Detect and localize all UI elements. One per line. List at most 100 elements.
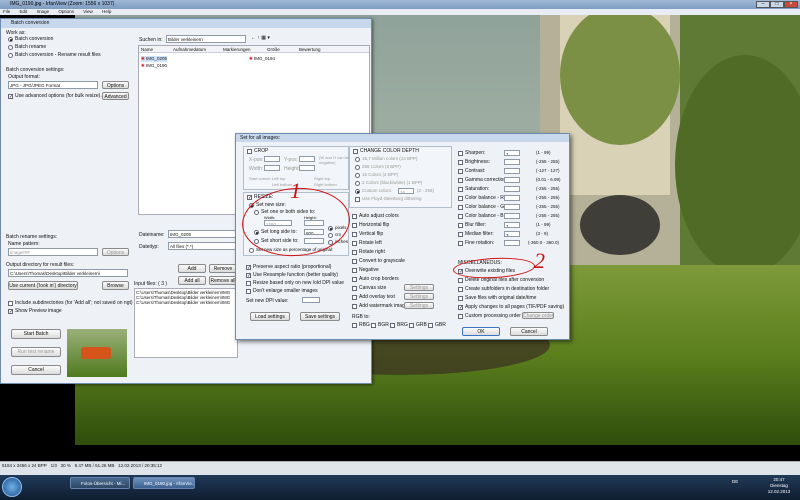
- rgb-checkbox[interactable]: [352, 323, 357, 328]
- adjust-checkbox[interactable]: [458, 187, 463, 192]
- op-checkbox[interactable]: [352, 268, 357, 273]
- rename-options-button[interactable]: Options: [102, 248, 129, 256]
- op-checkbox[interactable]: [352, 259, 357, 264]
- rgb-checkbox[interactable]: [371, 323, 376, 328]
- show-preview-checkbox[interactable]: ✓: [8, 309, 13, 315]
- menu-help[interactable]: Help: [102, 9, 111, 14]
- all-pages-checkbox[interactable]: ✓: [458, 305, 463, 311]
- close-button[interactable]: ×: [784, 1, 798, 8]
- custom-order-checkbox[interactable]: [458, 314, 463, 319]
- adjust-input[interactable]: [504, 213, 520, 219]
- batch-cancel-button[interactable]: Cancel: [11, 365, 61, 375]
- start-batch-button[interactable]: Start Batch: [11, 329, 61, 339]
- file-item[interactable]: ✱ IMG_0194: [249, 56, 275, 62]
- adjust-checkbox[interactable]: [458, 223, 463, 228]
- menu-options[interactable]: Options: [58, 9, 74, 14]
- dithering-checkbox[interactable]: [355, 197, 360, 202]
- radio[interactable]: [8, 37, 13, 42]
- radio[interactable]: [8, 53, 13, 58]
- op-checkbox[interactable]: [352, 214, 357, 219]
- load-settings-button[interactable]: Load settings: [250, 312, 290, 321]
- preserve-aspect-checkbox[interactable]: ✓: [246, 265, 251, 271]
- corner-left-bottom[interactable]: Left bottom: [272, 182, 292, 187]
- adjust-input[interactable]: 1: [504, 150, 520, 156]
- test-rename-button[interactable]: Run test rename: [11, 347, 61, 357]
- rgb-checkbox[interactable]: [428, 323, 433, 328]
- op-checkbox[interactable]: [352, 286, 357, 291]
- language-indicator[interactable]: DE: [732, 479, 738, 484]
- adjust-checkbox[interactable]: [458, 232, 463, 237]
- canvas-settings-button[interactable]: Settings: [404, 284, 434, 291]
- radio[interactable]: [8, 45, 13, 50]
- adjust-input[interactable]: [504, 186, 520, 192]
- filename-input[interactable]: IMG_0205: [168, 230, 238, 238]
- custom-colors-radio[interactable]: [355, 189, 360, 194]
- depth-8-radio[interactable]: [355, 165, 360, 170]
- op-checkbox[interactable]: [352, 295, 357, 300]
- col-rating[interactable]: Bewertung: [299, 46, 321, 53]
- name-pattern-input[interactable]: image###: [8, 248, 98, 256]
- crop-width-input[interactable]: [264, 165, 280, 171]
- keep-date-checkbox[interactable]: [458, 296, 463, 301]
- delete-originals-checkbox[interactable]: [458, 278, 463, 283]
- op-checkbox[interactable]: [352, 277, 357, 282]
- maximize-button[interactable]: □: [770, 1, 784, 8]
- start-button[interactable]: [2, 477, 22, 497]
- depth-4-radio[interactable]: [355, 173, 360, 178]
- output-format-select[interactable]: JPG - JPG/JPEG Format: [8, 81, 98, 89]
- adjust-input[interactable]: 3: [504, 231, 520, 237]
- adjust-checkbox[interactable]: [458, 196, 463, 201]
- menu-image[interactable]: Image: [37, 9, 50, 14]
- corner-left-top[interactable]: Left top: [272, 176, 285, 181]
- corner-right-top[interactable]: Right top: [314, 176, 330, 181]
- op-checkbox[interactable]: [352, 232, 357, 237]
- col-date[interactable]: Aufnahmedatum: [173, 46, 206, 53]
- percentage-radio[interactable]: [249, 248, 254, 253]
- output-dir-input[interactable]: C:\Users\Thomas\Desktop\Bilder verkleine…: [8, 269, 128, 277]
- op-checkbox[interactable]: [352, 250, 357, 255]
- dont-enlarge-checkbox[interactable]: [246, 289, 251, 294]
- col-tags[interactable]: Markierungen: [223, 46, 251, 53]
- subfolders-checkbox[interactable]: [458, 287, 463, 292]
- adjust-checkbox[interactable]: [458, 205, 463, 210]
- browse-button[interactable]: Browse: [102, 281, 129, 290]
- adjust-input[interactable]: [504, 168, 520, 174]
- depth-1-radio[interactable]: [355, 181, 360, 186]
- adjust-checkbox[interactable]: [458, 160, 463, 165]
- adjust-checkbox[interactable]: [458, 214, 463, 219]
- file-item[interactable]: ✱ IMG_0190: [141, 63, 167, 69]
- search-in-select[interactable]: Bilder verkleinern: [166, 35, 246, 43]
- new-dpi-input[interactable]: [302, 297, 320, 303]
- include-subdirs-checkbox[interactable]: [8, 301, 13, 306]
- crop-checkbox[interactable]: [247, 149, 252, 154]
- adjust-input[interactable]: [504, 195, 520, 201]
- watermark-settings-button[interactable]: Settings: [404, 302, 434, 309]
- depth-24-radio[interactable]: [355, 157, 360, 162]
- adjust-input[interactable]: [504, 177, 520, 183]
- change-order-button[interactable]: Change order: [522, 312, 554, 319]
- use-advanced-checkbox[interactable]: ✓: [8, 94, 13, 100]
- input-files-list[interactable]: C:\Users\Thomas\Desktop\Bilder verkleine…: [134, 288, 238, 358]
- adjust-checkbox[interactable]: [458, 169, 463, 174]
- minimize-button[interactable]: –: [756, 1, 770, 8]
- adjust-input[interactable]: [504, 159, 520, 165]
- remove-all-button[interactable]: Remove all: [209, 276, 237, 285]
- custom-colors-input[interactable]: 16: [398, 188, 414, 194]
- menu-view[interactable]: View: [83, 9, 93, 14]
- op-checkbox[interactable]: [352, 223, 357, 228]
- remove-button[interactable]: Remove: [209, 264, 237, 273]
- adjust-input[interactable]: 1: [504, 222, 520, 228]
- nav-toolbar[interactable]: ← ↑ ▦ ▾: [251, 35, 291, 43]
- filetype-select[interactable]: All files (*.*): [168, 242, 238, 250]
- add-all-button[interactable]: Add all: [178, 276, 206, 285]
- settings-cancel-button[interactable]: Cancel: [510, 327, 548, 336]
- adjust-input[interactable]: [504, 204, 520, 210]
- xpos-input[interactable]: [264, 156, 280, 162]
- corner-right-bottom[interactable]: Right bottom: [314, 182, 337, 187]
- adjust-checkbox[interactable]: [458, 178, 463, 183]
- input-file-item[interactable]: C:\Users\Thomas\Desktop\Bilder verkleine…: [136, 300, 236, 305]
- use-current-dir-button[interactable]: Use current ('look in') directory: [8, 281, 78, 290]
- adjust-input[interactable]: [504, 240, 520, 246]
- options-button[interactable]: Options: [102, 81, 129, 89]
- resample-checkbox[interactable]: ✓: [246, 273, 251, 279]
